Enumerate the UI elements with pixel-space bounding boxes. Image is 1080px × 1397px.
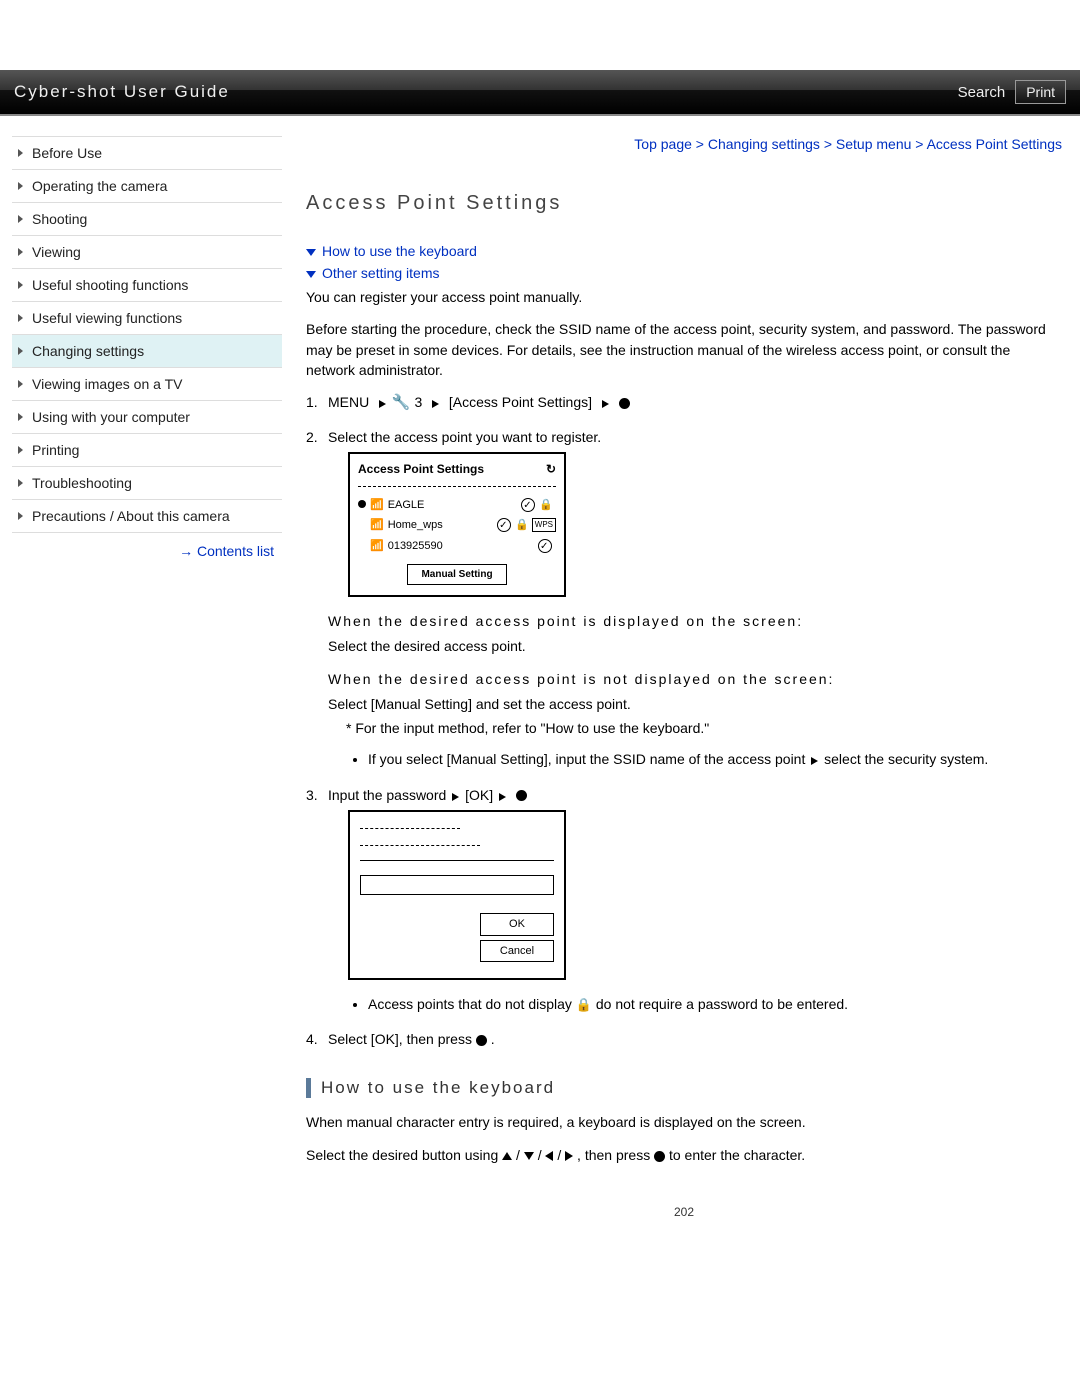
main-content: Top page > Changing settings > Setup men… xyxy=(282,136,1062,1239)
down-icon xyxy=(524,1147,534,1163)
keyboard-para-1: When manual character entry is required,… xyxy=(306,1112,1062,1132)
contents-list-wrap: Contents list xyxy=(12,533,282,559)
left-icon xyxy=(545,1147,553,1163)
arrow-right-icon xyxy=(809,750,820,771)
access-point-row: 📶EAGLE🔒 xyxy=(358,495,556,516)
nav-item[interactable]: Useful viewing functions xyxy=(12,302,282,335)
ok-button: OK xyxy=(480,913,554,936)
print-button[interactable]: Print xyxy=(1015,80,1066,104)
manual-bullet-item: If you select [Manual Setting], input th… xyxy=(368,749,1062,771)
lock-icon: 🔒 xyxy=(576,997,592,1012)
password-field xyxy=(360,875,554,895)
refresh-icon: ↻ xyxy=(546,460,556,478)
nav-item[interactable]: Shooting xyxy=(12,203,282,236)
page-number: 202 xyxy=(306,1205,1062,1219)
keyboard-para-2: Select the desired button using / / / , … xyxy=(306,1145,1062,1165)
step1-target: [Access Point Settings] xyxy=(449,394,592,410)
shot1-title: Access Point Settings xyxy=(358,460,484,478)
nav-item[interactable]: Using with your computer xyxy=(12,401,282,434)
intro-1: You can register your access point manua… xyxy=(306,287,1062,307)
arrow-right-icon xyxy=(377,393,388,414)
up-icon xyxy=(502,1147,512,1163)
nav-list: Before UseOperating the cameraShootingVi… xyxy=(12,136,282,533)
header-bar: Cyber-shot User Guide Search Print xyxy=(0,70,1080,116)
center-button-icon xyxy=(619,398,630,409)
when-displayed-text: Select the desired access point. xyxy=(328,636,1062,656)
contents-list-link[interactable]: Contents list xyxy=(179,543,274,559)
arrow-right-icon xyxy=(430,393,441,414)
intro-2: Before starting the procedure, check the… xyxy=(306,319,1062,380)
nav-item[interactable]: Operating the camera xyxy=(12,170,282,203)
sidebar: Before UseOperating the cameraShootingVi… xyxy=(12,136,282,1239)
arrow-right-icon xyxy=(450,785,461,806)
nav-item[interactable]: Changing settings xyxy=(12,335,282,368)
wrench-icon: 🔧 xyxy=(392,392,411,415)
when-not-displayed-text: Select [Manual Setting] and set the acce… xyxy=(328,694,1062,714)
section-how-to-keyboard: How to use the keyboard xyxy=(306,1078,1062,1098)
lock-note-bullet: Access points that do not display 🔒 do n… xyxy=(328,994,1062,1015)
breadcrumb[interactable]: Top page > Changing settings > Setup men… xyxy=(306,136,1062,152)
when-not-displayed-heading: When the desired access point is not dis… xyxy=(328,669,1062,690)
cancel-button: Cancel xyxy=(480,940,554,963)
step1-num: 3 xyxy=(414,394,422,410)
page-body: Before UseOperating the cameraShootingVi… xyxy=(0,116,1080,1239)
lock-note-item: Access points that do not display 🔒 do n… xyxy=(368,994,1062,1015)
nav-item[interactable]: Useful shooting functions xyxy=(12,269,282,302)
step-2: 2. Select the access point you want to r… xyxy=(306,427,1062,771)
nav-item[interactable]: Troubleshooting xyxy=(12,467,282,500)
step2-text: Select the access point you want to regi… xyxy=(328,429,601,445)
right-icon xyxy=(565,1147,573,1163)
center-button-icon xyxy=(476,1035,487,1046)
nav-item[interactable]: Viewing xyxy=(12,236,282,269)
search-link[interactable]: Search xyxy=(958,84,1006,101)
manual-setting-button: Manual Setting xyxy=(407,564,507,585)
screenshot-access-point-list: Access Point Settings ↻ 📶EAGLE🔒📶Home_wps… xyxy=(348,452,566,598)
arrow-right-icon xyxy=(497,785,508,806)
nav-item[interactable]: Before Use xyxy=(12,137,282,170)
when-displayed-heading: When the desired access point is display… xyxy=(328,611,1062,632)
anchor-links: How to use the keyboard Other setting it… xyxy=(306,243,1062,281)
manual-setting-bullet: If you select [Manual Setting], input th… xyxy=(328,749,1062,771)
step1-menu: MENU xyxy=(328,394,369,410)
step-4: 4. Select [OK], then press . xyxy=(306,1029,1062,1050)
nav-item[interactable]: Precautions / About this camera xyxy=(12,500,282,533)
star-note: * For the input method, refer to "How to… xyxy=(328,718,1062,739)
step-1: 1. MENU 🔧 3 [Access Point Settings] xyxy=(306,392,1062,415)
arrow-right-icon xyxy=(600,393,611,414)
screenshot-password-input: OK Cancel xyxy=(348,810,566,980)
app-title: Cyber-shot User Guide xyxy=(14,82,230,102)
page-title: Access Point Settings xyxy=(306,192,1062,215)
header-actions: Search Print xyxy=(958,80,1066,104)
access-point-row: 📶Home_wps🔒WPS xyxy=(358,515,556,536)
step-3: 3. Input the password [OK] OK Cancel xyxy=(306,785,1062,1016)
anchor-how-to-keyboard[interactable]: How to use the keyboard xyxy=(306,243,1062,259)
center-button-icon xyxy=(654,1151,665,1162)
steps-list: 1. MENU 🔧 3 [Access Point Settings] 2. S… xyxy=(306,392,1062,1050)
anchor-other-settings[interactable]: Other setting items xyxy=(306,265,1062,281)
access-point-row: 📶013925590 xyxy=(358,536,556,557)
nav-item[interactable]: Viewing images on a TV xyxy=(12,368,282,401)
nav-item[interactable]: Printing xyxy=(12,434,282,467)
center-button-icon xyxy=(516,790,527,801)
